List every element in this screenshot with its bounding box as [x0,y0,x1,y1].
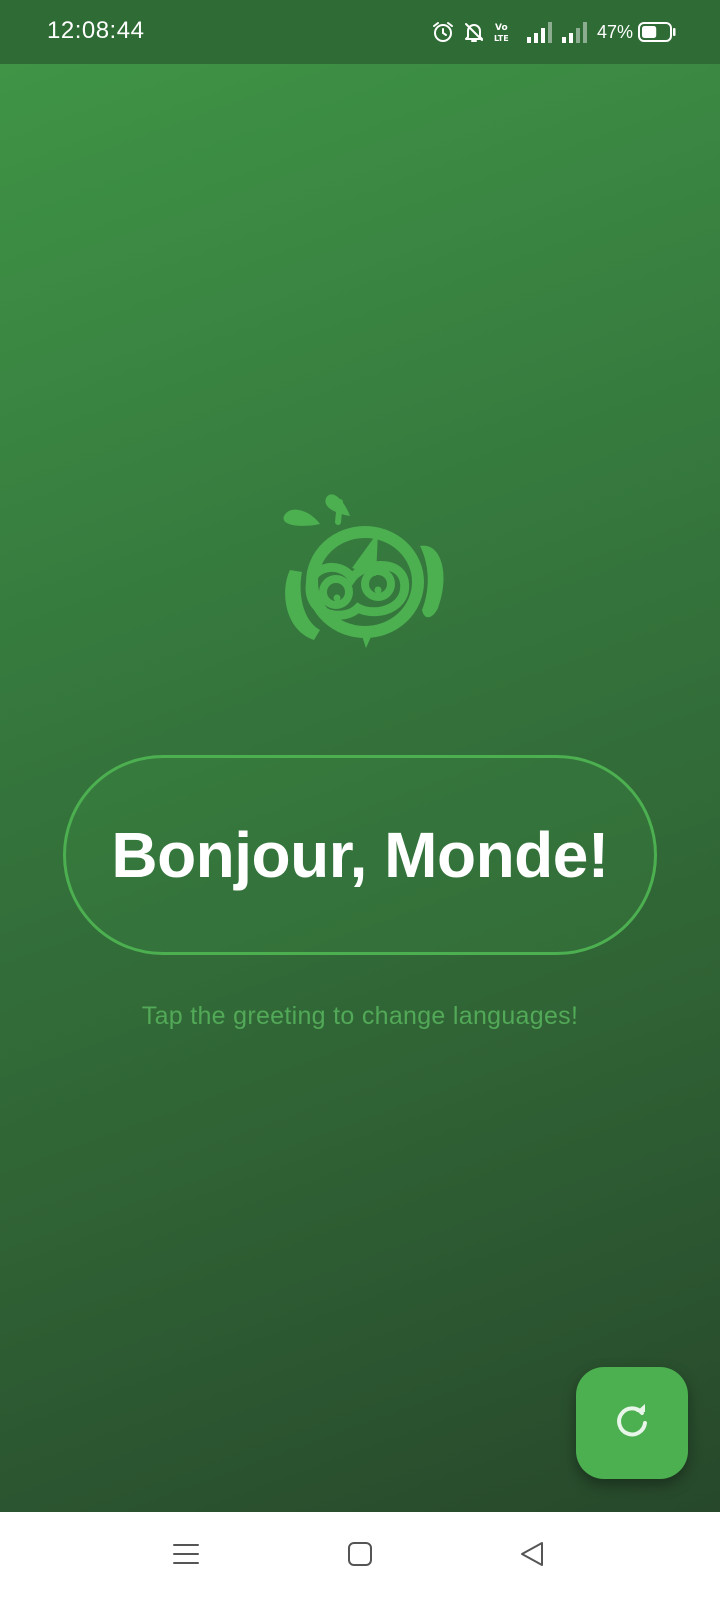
battery-percent: 47% [596,21,633,42]
svg-text:LTE: LTE [494,34,509,43]
alarm-icon [432,21,454,43]
svg-text:Vo: Vo [495,23,508,33]
back-button[interactable] [510,1534,554,1578]
menu-button[interactable] [164,1534,208,1578]
app-content: Bonjour, Monde! Tap the greeting to chan… [0,64,720,1512]
status-time: 12:08:44 [47,17,145,44]
back-triangle-icon [518,1540,546,1573]
navigation-bar [0,1512,720,1600]
greeting-text: Bonjour, Monde! [111,819,609,891]
refresh-icon [612,1401,652,1446]
greeting-button[interactable]: Bonjour, Monde! [63,755,657,955]
hint-text: Tap the greeting to change languages! [141,1002,579,1030]
menu-icon [172,1540,200,1573]
bell-off-icon [463,21,485,43]
signal-icon [526,21,553,43]
battery-fill [642,26,657,38]
battery-icon [638,21,676,43]
status-bar: 12:08:44 Vo LTE 47% [0,0,720,64]
home-square-icon [346,1540,374,1573]
volte-icon: Vo LTE [494,20,518,44]
cartoon-bird-logo-icon [280,480,450,660]
home-button[interactable] [338,1534,382,1578]
screen: 12:08:44 Vo LTE 47% Bonjour, Monde! Tap … [0,0,720,1600]
status-icons: Vo LTE 47% [432,18,676,46]
refresh-button[interactable] [576,1367,688,1479]
signal-icon [561,21,588,43]
